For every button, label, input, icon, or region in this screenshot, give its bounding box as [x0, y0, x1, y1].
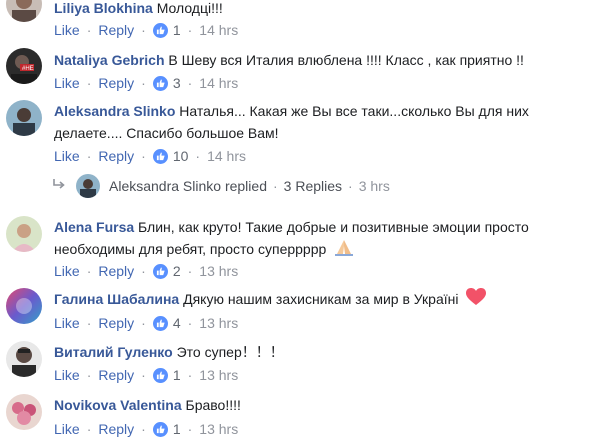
comment-actions: Like · Reply · 10 · 14 hrs — [54, 148, 246, 164]
like-button[interactable]: Like — [54, 148, 80, 164]
timestamp[interactable]: 14 hrs — [207, 148, 246, 164]
like-count[interactable]: 4 — [173, 315, 181, 331]
comment-author[interactable]: Галина Шабалина — [54, 291, 179, 307]
avatar — [76, 174, 100, 198]
comment-body: Aleksandra Slinko Наталья... Какая же Вы… — [54, 100, 604, 144]
thumbs-up-icon — [152, 148, 168, 164]
timestamp[interactable]: 14 hrs — [199, 22, 238, 38]
comment-actions: Like · Reply · 2 · 13 hrs — [54, 263, 239, 279]
timestamp[interactable]: 13 hrs — [199, 315, 238, 331]
comment-body: Галина Шабалина Дякую нашим захисникам з… — [54, 288, 604, 312]
avatar[interactable] — [6, 0, 42, 22]
comment-author[interactable]: Aleksandra Slinko — [54, 103, 175, 119]
comment-text: Это супер！！！ — [176, 344, 284, 360]
timestamp[interactable]: 3 hrs — [359, 178, 390, 194]
comment-body: Liliya Blokhina Молодці!!! — [54, 0, 604, 19]
comment-actions: Like · Reply · 3 · 14 hrs — [54, 75, 239, 91]
like-button[interactable]: Like — [54, 22, 80, 38]
comment-actions: Like · Reply · 1 · 13 hrs — [54, 421, 239, 437]
comment-actions: Like · Reply · 1 · 14 hrs — [54, 22, 239, 38]
comment-text: Блин, как круто! Такие добрые и позитивн… — [138, 219, 529, 235]
comment-text: Дякую нашим захисникам за мир в Україні — [183, 291, 459, 307]
heart-emoji — [466, 288, 487, 312]
comment-text-line2: необходимы для ребят, просто суперрррр — [54, 241, 327, 257]
comment-text: Молодці!!! — [156, 0, 223, 16]
reply-arrow-icon — [52, 178, 66, 194]
like-count[interactable]: 10 — [173, 148, 189, 164]
thumbs-up-icon — [152, 367, 168, 383]
comment-body: Виталий Гуленко Это супер！！！ — [54, 341, 604, 363]
reply-button[interactable]: Reply — [98, 367, 134, 383]
like-count[interactable]: 1 — [173, 22, 181, 38]
reply-button[interactable]: Reply — [98, 148, 134, 164]
timestamp[interactable]: 13 hrs — [199, 263, 238, 279]
comment-body: Alena Fursa Блин, как круто! Такие добры… — [54, 216, 604, 262]
comment-actions: Like · Reply · 1 · 13 hrs — [54, 367, 239, 383]
reply-button[interactable]: Reply — [98, 75, 134, 91]
comment-text-line2: делаете.... Спасибо большое Вам! — [54, 125, 279, 141]
comment-author[interactable]: Виталий Гуленко — [54, 344, 173, 360]
thumbs-up-icon — [152, 315, 168, 331]
timestamp[interactable]: 13 hrs — [199, 421, 238, 437]
reply-button[interactable]: Reply — [98, 315, 134, 331]
view-replies-link[interactable]: Aleksandra Slinko replied · 3 Replies · … — [52, 174, 390, 198]
avatar[interactable] — [6, 216, 42, 252]
thumbs-up-icon — [152, 263, 168, 279]
folded-hands-emoji — [334, 238, 354, 262]
reply-author-text: Aleksandra Slinko replied — [109, 178, 267, 194]
comment-actions: Like · Reply · 4 · 13 hrs — [54, 315, 239, 331]
comment-author[interactable]: Liliya Blokhina — [54, 0, 153, 16]
like-count[interactable]: 2 — [173, 263, 181, 279]
avatar[interactable] — [6, 341, 42, 377]
like-count[interactable]: 1 — [173, 421, 181, 437]
thumbs-up-icon — [152, 75, 168, 91]
comment-author[interactable]: Novikova Valentina — [54, 397, 182, 413]
reply-button[interactable]: Reply — [98, 22, 134, 38]
thumbs-up-icon — [152, 22, 168, 38]
reply-button[interactable]: Reply — [98, 421, 134, 437]
avatar[interactable]: #НЕ — [6, 48, 42, 84]
avatar[interactable] — [6, 100, 42, 136]
avatar[interactable] — [6, 288, 42, 324]
svg-text:#НЕ: #НЕ — [22, 66, 34, 72]
comment-text: Наталья... Какая же Вы все таки...скольк… — [179, 103, 529, 119]
like-count[interactable]: 3 — [173, 75, 181, 91]
comment-author[interactable]: Nataliya Gebrich — [54, 52, 165, 68]
like-button[interactable]: Like — [54, 75, 80, 91]
comment-author[interactable]: Alena Fursa — [54, 219, 134, 235]
replies-count[interactable]: 3 Replies — [284, 178, 342, 194]
timestamp[interactable]: 13 hrs — [199, 367, 238, 383]
reply-button[interactable]: Reply — [98, 263, 134, 279]
like-button[interactable]: Like — [54, 367, 80, 383]
thumbs-up-icon — [152, 421, 168, 437]
avatar[interactable] — [6, 394, 42, 430]
like-button[interactable]: Like — [54, 315, 80, 331]
like-count[interactable]: 1 — [173, 367, 181, 383]
comment-body: Nataliya Gebrich В Шеву вся Италия влюбл… — [54, 49, 604, 71]
comment-text: Браво!!!! — [185, 397, 241, 413]
timestamp[interactable]: 14 hrs — [199, 75, 238, 91]
comment-body: Novikova Valentina Браво!!!! — [54, 394, 604, 416]
comment-text: В Шеву вся Италия влюблена !!!! Класс , … — [168, 52, 524, 68]
like-button[interactable]: Like — [54, 263, 80, 279]
like-button[interactable]: Like — [54, 421, 80, 437]
